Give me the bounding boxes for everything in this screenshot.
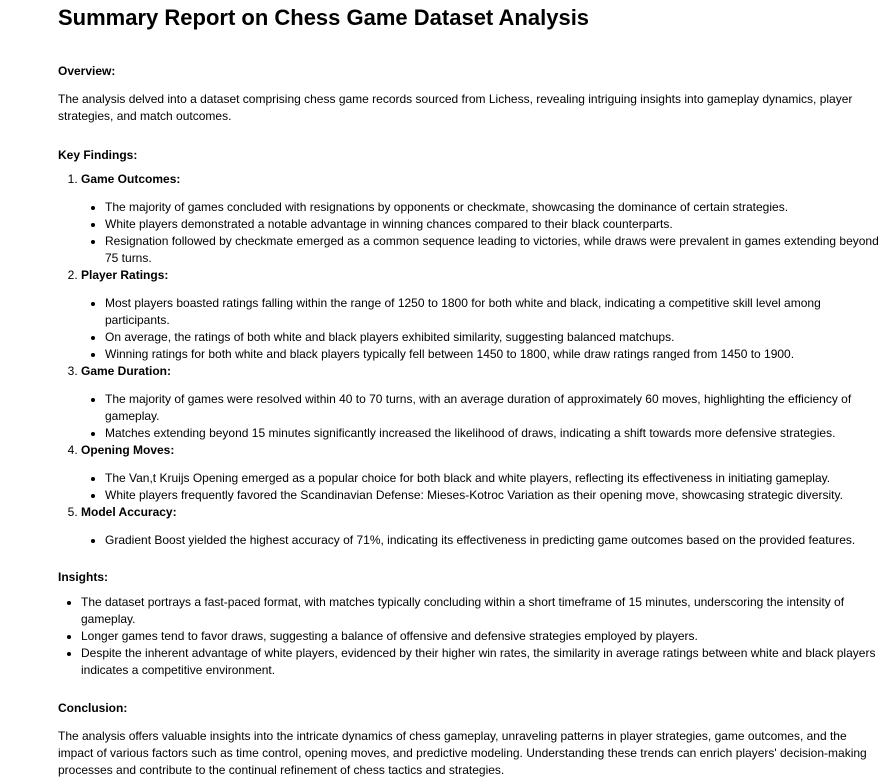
finding-title: Game Duration: xyxy=(81,364,172,378)
list-item: The Van,t Kruijs Opening emerged as a po… xyxy=(105,470,883,487)
finding-bullets: The majority of games concluded with res… xyxy=(81,199,883,267)
finding-bullets: Most players boasted ratings falling wit… xyxy=(81,295,883,363)
key-findings-heading: Key Findings: xyxy=(58,148,138,162)
finding-title: Game Outcomes: xyxy=(81,172,181,186)
report-title: Summary Report on Chess Game Dataset Ana… xyxy=(58,5,590,30)
list-item: The dataset portrays a fast-paced format… xyxy=(81,594,883,628)
finding-game-duration: Game Duration: The majority of games wer… xyxy=(81,363,883,442)
conclusion-text: The analysis offers valuable insights in… xyxy=(58,729,867,777)
finding-player-ratings: Player Ratings: Most players boasted rat… xyxy=(81,267,883,363)
overview-text: The analysis delved into a dataset compr… xyxy=(58,92,853,123)
list-item: The majority of games were resolved with… xyxy=(105,391,883,425)
list-item: Longer games tend to favor draws, sugges… xyxy=(81,628,883,645)
list-item: White players demonstrated a notable adv… xyxy=(105,216,883,233)
finding-opening-moves: Opening Moves: The Van,t Kruijs Opening … xyxy=(81,442,883,504)
finding-title: Opening Moves: xyxy=(81,443,175,457)
key-findings-list: Game Outcomes: The majority of games con… xyxy=(58,171,883,549)
finding-title: Model Accuracy: xyxy=(81,505,177,519)
report-page: Summary Report on Chess Game Dataset Ana… xyxy=(0,0,895,779)
list-item: Winning ratings for both white and black… xyxy=(105,346,883,363)
list-item: Most players boasted ratings falling wit… xyxy=(105,295,883,329)
overview-heading: Overview: xyxy=(58,64,116,78)
list-item: White players frequently favored the Sca… xyxy=(105,487,883,504)
finding-game-outcomes: Game Outcomes: The majority of games con… xyxy=(81,171,883,267)
finding-title: Player Ratings: xyxy=(81,268,169,282)
list-item: On average, the ratings of both white an… xyxy=(105,329,883,346)
conclusion-heading: Conclusion: xyxy=(58,701,128,715)
list-item: Despite the inherent advantage of white … xyxy=(81,645,883,679)
list-item: Matches extending beyond 15 minutes sign… xyxy=(105,425,883,442)
finding-bullets: The Van,t Kruijs Opening emerged as a po… xyxy=(81,470,883,504)
list-item: The majority of games concluded with res… xyxy=(105,199,883,216)
finding-model-accuracy: Model Accuracy: Gradient Boost yielded t… xyxy=(81,504,883,549)
list-item: Gradient Boost yielded the highest accur… xyxy=(105,532,883,549)
list-item: Resignation followed by checkmate emerge… xyxy=(105,233,883,267)
insights-heading: Insights: xyxy=(58,570,108,584)
insights-list: The dataset portrays a fast-paced format… xyxy=(58,594,883,679)
finding-bullets: The majority of games were resolved with… xyxy=(81,391,883,442)
finding-bullets: Gradient Boost yielded the highest accur… xyxy=(81,532,883,549)
